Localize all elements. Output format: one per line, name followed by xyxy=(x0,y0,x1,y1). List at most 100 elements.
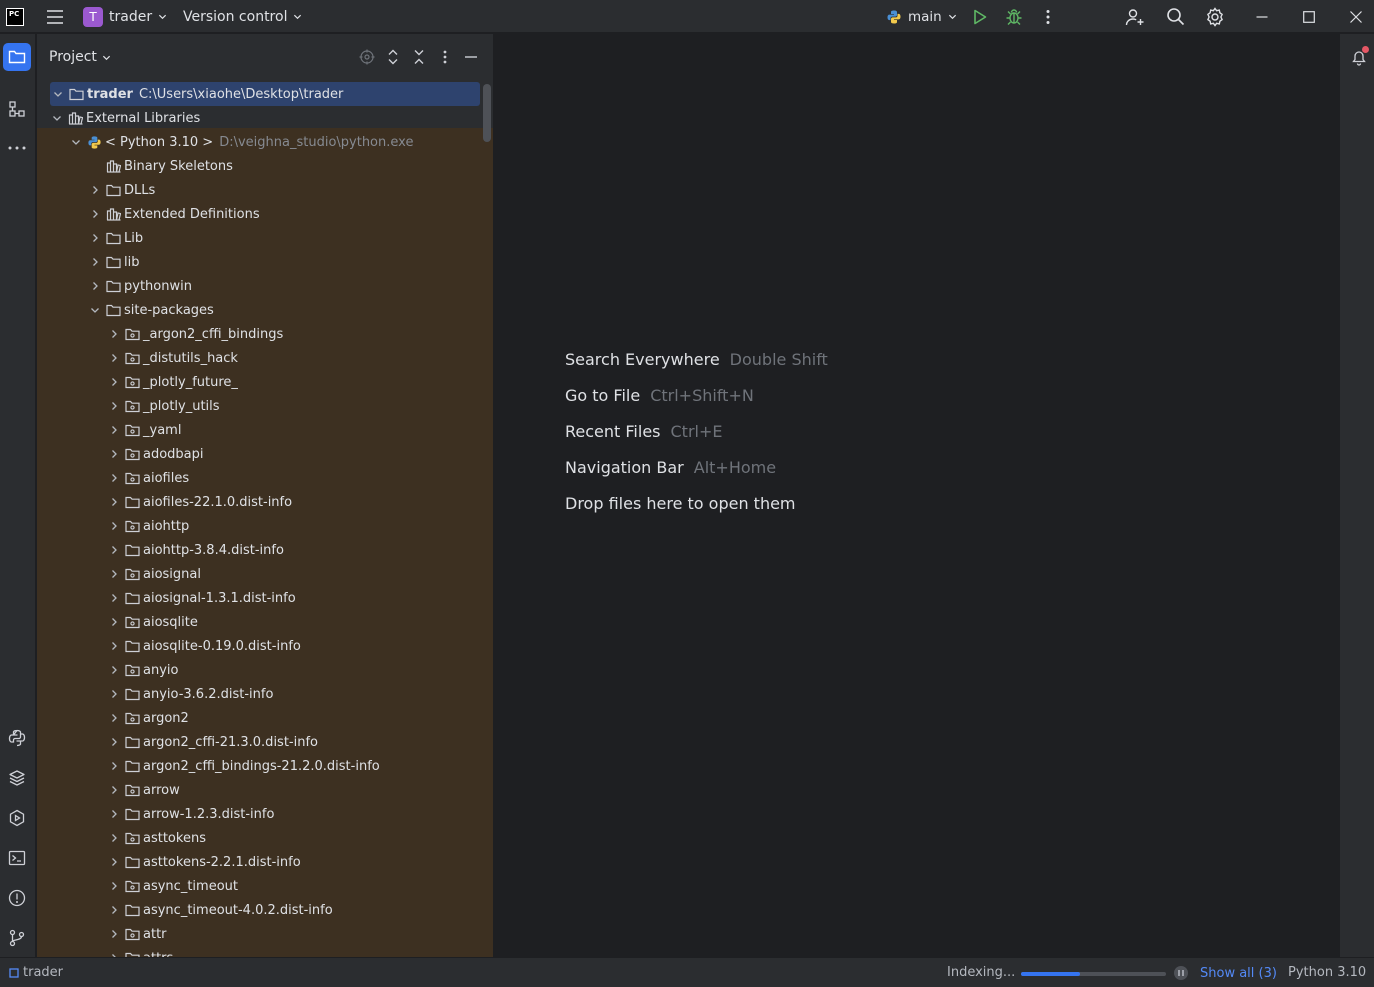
chevron-right-icon[interactable] xyxy=(106,854,122,870)
chevron-right-icon[interactable] xyxy=(106,374,122,390)
python-interpreter-selector[interactable]: Python 3.10 xyxy=(1288,965,1366,980)
hide-panel-icon[interactable] xyxy=(463,49,479,65)
show-all-tasks-link[interactable]: Show all (3) xyxy=(1200,966,1277,981)
tree-row[interactable]: adodbapi xyxy=(37,442,493,466)
tree-row[interactable]: attrs xyxy=(37,946,493,957)
tree-row[interactable]: aiosqlite-0.19.0.dist-info xyxy=(37,634,493,658)
services-button[interactable] xyxy=(3,804,31,832)
chevron-right-icon[interactable] xyxy=(106,926,122,942)
tree-row[interactable]: asttokens-2.2.1.dist-info xyxy=(37,850,493,874)
chevron-right-icon[interactable] xyxy=(106,734,122,750)
more-tool-windows-button[interactable] xyxy=(3,134,31,162)
tree-row[interactable]: lib xyxy=(37,250,493,274)
terminal-button[interactable] xyxy=(3,844,31,872)
tree-row[interactable]: Binary Skeletons xyxy=(37,154,493,178)
chevron-down-icon[interactable] xyxy=(49,110,65,126)
chevron-right-icon[interactable] xyxy=(87,206,103,222)
tree-row[interactable]: _plotly_future_ xyxy=(37,370,493,394)
tree-row[interactable]: anyio-3.6.2.dist-info xyxy=(37,682,493,706)
chevron-right-icon[interactable] xyxy=(106,326,122,342)
tree-row[interactable]: arrow-1.2.3.dist-info xyxy=(37,802,493,826)
chevron-right-icon[interactable] xyxy=(106,950,122,957)
chevron-right-icon[interactable] xyxy=(106,638,122,654)
python-packages-button[interactable] xyxy=(3,764,31,792)
git-button[interactable] xyxy=(3,924,31,952)
chevron-right-icon[interactable] xyxy=(87,278,103,294)
status-project-breadcrumb[interactable]: trader xyxy=(9,965,63,980)
tree-row[interactable]: argon2_cffi_bindings-21.2.0.dist-info xyxy=(37,754,493,778)
tree-row[interactable]: Lib xyxy=(37,226,493,250)
chevron-right-icon[interactable] xyxy=(106,470,122,486)
project-view-selector[interactable]: Project xyxy=(49,49,111,65)
run-icon[interactable] xyxy=(971,0,989,33)
chevron-right-icon[interactable] xyxy=(106,350,122,366)
chevron-right-icon[interactable] xyxy=(106,902,122,918)
tree-row[interactable]: site-packages xyxy=(37,298,493,322)
chevron-right-icon[interactable] xyxy=(87,230,103,246)
collapse-all-icon[interactable] xyxy=(411,49,427,65)
code-with-me-icon[interactable] xyxy=(1125,0,1145,33)
tree-row[interactable]: asttokens xyxy=(37,826,493,850)
chevron-right-icon[interactable] xyxy=(106,422,122,438)
tree-row[interactable]: async_timeout xyxy=(37,874,493,898)
version-control-menu[interactable]: Version control xyxy=(183,0,302,33)
tree-row[interactable]: _plotly_utils xyxy=(37,394,493,418)
pause-indexing-icon[interactable] xyxy=(1174,966,1188,980)
tree-row[interactable]: async_timeout-4.0.2.dist-info xyxy=(37,898,493,922)
tree-row[interactable]: _yaml xyxy=(37,418,493,442)
chevron-right-icon[interactable] xyxy=(106,542,122,558)
chevron-right-icon[interactable] xyxy=(106,782,122,798)
chevron-right-icon[interactable] xyxy=(87,254,103,270)
tree-row[interactable]: aiosignal xyxy=(37,562,493,586)
more-actions-icon[interactable] xyxy=(1040,0,1056,33)
tree-row[interactable]: argon2 xyxy=(37,706,493,730)
tree-row[interactable]: arrow xyxy=(37,778,493,802)
tree-row[interactable]: aiofiles-22.1.0.dist-info xyxy=(37,490,493,514)
chevron-right-icon[interactable] xyxy=(106,758,122,774)
tree-row[interactable]: < Python 3.10 > D:\veighna_studio\python.… xyxy=(37,130,493,154)
tree-row[interactable]: Extended Definitions xyxy=(37,202,493,226)
project-tool-window-button[interactable] xyxy=(3,43,31,71)
chevron-right-icon[interactable] xyxy=(106,590,122,606)
chevron-right-icon[interactable] xyxy=(106,518,122,534)
chevron-right-icon[interactable] xyxy=(106,614,122,630)
chevron-right-icon[interactable] xyxy=(87,182,103,198)
tree-row[interactable]: argon2_cffi-21.3.0.dist-info xyxy=(37,730,493,754)
chevron-right-icon[interactable] xyxy=(106,566,122,582)
chevron-down-icon[interactable] xyxy=(87,302,103,318)
chevron-right-icon[interactable] xyxy=(106,830,122,846)
python-console-button[interactable] xyxy=(3,724,31,752)
tree-row[interactable]: anyio xyxy=(37,658,493,682)
chevron-right-icon[interactable] xyxy=(106,662,122,678)
locate-file-icon[interactable] xyxy=(359,49,375,65)
maximize-window-icon[interactable] xyxy=(1299,0,1319,33)
run-configuration-selector[interactable]: main xyxy=(886,0,957,33)
debug-icon[interactable] xyxy=(1005,0,1023,33)
chevron-right-icon[interactable] xyxy=(106,710,122,726)
tree-row[interactable]: aiosqlite xyxy=(37,610,493,634)
tree-row[interactable]: _argon2_cffi_bindings xyxy=(37,322,493,346)
indexing-status[interactable]: Indexing... xyxy=(947,965,1015,980)
chevron-right-icon[interactable] xyxy=(106,398,122,414)
chevron-right-icon[interactable] xyxy=(106,878,122,894)
options-icon[interactable] xyxy=(437,49,453,65)
chevron-right-icon[interactable] xyxy=(106,686,122,702)
tree-row[interactable]: pythonwin xyxy=(37,274,493,298)
chevron-right-icon[interactable] xyxy=(106,494,122,510)
close-window-icon[interactable] xyxy=(1346,0,1366,33)
gear-icon[interactable] xyxy=(1205,0,1225,33)
chevron-right-icon[interactable] xyxy=(106,446,122,462)
main-menu-icon[interactable] xyxy=(44,0,66,33)
tree-row[interactable]: DLLs xyxy=(37,178,493,202)
tree-row[interactable]: attr xyxy=(37,922,493,946)
chevron-down-icon[interactable] xyxy=(50,86,66,102)
tree-row[interactable]: External Libraries xyxy=(37,106,493,130)
tree-row[interactable]: aiohttp-3.8.4.dist-info xyxy=(37,538,493,562)
chevron-down-icon[interactable] xyxy=(68,134,84,150)
tree-row[interactable]: _distutils_hack xyxy=(37,346,493,370)
minimize-window-icon[interactable] xyxy=(1252,0,1272,33)
tree-row[interactable]: aiofiles xyxy=(37,466,493,490)
problems-button[interactable] xyxy=(3,884,31,912)
project-switcher[interactable]: T trader xyxy=(83,0,167,33)
expand-all-icon[interactable] xyxy=(385,49,401,65)
